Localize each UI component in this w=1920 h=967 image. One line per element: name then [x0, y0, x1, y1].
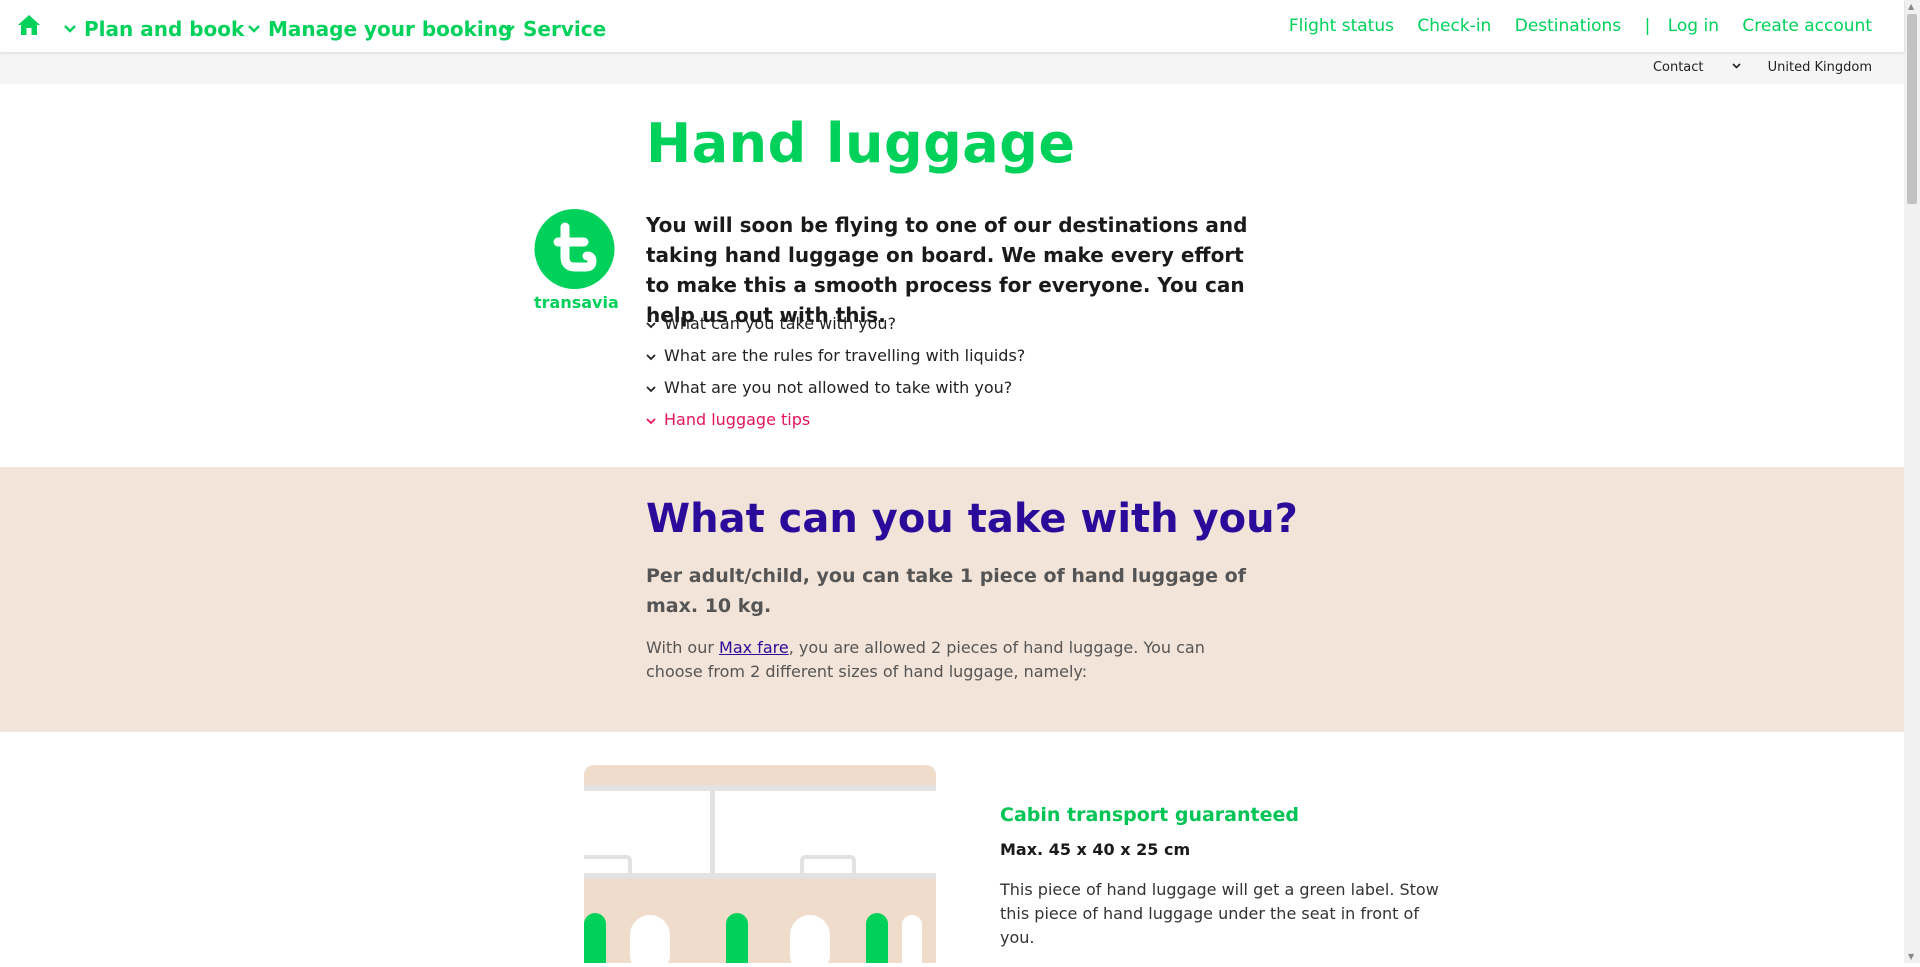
page-scrollbar[interactable]: ▲ ▼: [1904, 0, 1920, 963]
scroll-down-icon[interactable]: ▼: [1908, 952, 1914, 961]
utility-links: Flight status Check-in Destinations | Lo…: [1271, 16, 1872, 36]
create-account-link[interactable]: Create account: [1742, 16, 1872, 36]
country-label: United Kingdom: [1767, 60, 1872, 75]
nav-manage-booking-label: Manage your booking: [268, 17, 513, 41]
chevron-down-icon: [646, 346, 660, 365]
chevron-down-icon: [503, 14, 515, 38]
contact-link[interactable]: Contact: [1653, 60, 1704, 75]
anchor-list: What can you take with you? What are the…: [646, 314, 1025, 442]
body-text-start: With our: [646, 638, 720, 657]
anchor-hand-luggage-tips[interactable]: Hand luggage tips: [646, 410, 1025, 442]
nav-manage-booking[interactable]: Manage your booking: [248, 14, 512, 41]
transavia-logo: transavia: [534, 209, 619, 313]
card-description: This piece of hand luggage will get a gr…: [1000, 880, 1439, 947]
anchor-not-allowed[interactable]: What are you not allowed to take with yo…: [646, 378, 1025, 410]
log-in-link[interactable]: Log in: [1668, 16, 1719, 36]
card-dimensions: Max. 45 x 40 x 25 cm: [1000, 840, 1191, 859]
anchor-label: What are you not allowed to take with yo…: [664, 378, 1013, 397]
chevron-down-icon: [248, 14, 260, 38]
intro-lead: You will soon be flying to one of our de…: [646, 213, 1248, 327]
anchor-label: What can you take with you?: [664, 314, 897, 333]
check-in-link[interactable]: Check-in: [1417, 16, 1491, 36]
anchor-label: Hand luggage tips: [664, 410, 811, 429]
top-navigation: Plan and book Manage your booking Servic…: [0, 0, 1904, 52]
nav-plan-and-book[interactable]: Plan and book: [64, 14, 244, 41]
section-subheading: Per adult/child, you can take 1 piece of…: [646, 565, 1246, 617]
home-icon[interactable]: [16, 13, 42, 37]
flight-status-link[interactable]: Flight status: [1289, 16, 1394, 36]
chevron-down-icon: [64, 14, 76, 38]
anchor-what-can-you-take[interactable]: What can you take with you?: [646, 314, 1025, 346]
section-heading: What can you take with you?: [646, 496, 1298, 542]
overhead-bin-illustration: [584, 765, 936, 967]
section-body: With our Max fare, you are allowed 2 pie…: [646, 636, 1256, 684]
card-title: Cabin transport guaranteed: [1000, 804, 1299, 826]
chevron-down-icon: [646, 378, 660, 397]
separator: |: [1644, 16, 1651, 36]
scrollbar-thumb[interactable]: [1907, 14, 1917, 204]
scroll-up-icon[interactable]: ▲: [1908, 2, 1914, 11]
secondary-bar: Contact United Kingdom: [0, 52, 1904, 84]
country-selector[interactable]: United Kingdom: [1732, 60, 1872, 75]
anchor-liquids-rules[interactable]: What are the rules for travelling with l…: [646, 346, 1025, 378]
anchor-label: What are the rules for travelling with l…: [664, 346, 1026, 365]
chevron-down-icon: [1732, 63, 1741, 69]
nav-plan-and-book-label: Plan and book: [84, 17, 245, 41]
chevron-down-icon: [646, 314, 660, 333]
page-title: Hand luggage: [646, 112, 1076, 175]
brand-wordmark: transavia: [534, 293, 619, 312]
nav-service-label: Service: [523, 17, 607, 41]
max-fare-link[interactable]: Max fare: [719, 638, 789, 657]
nav-service[interactable]: Service: [503, 14, 606, 41]
chevron-down-icon: [646, 410, 660, 429]
destinations-link[interactable]: Destinations: [1515, 16, 1621, 36]
